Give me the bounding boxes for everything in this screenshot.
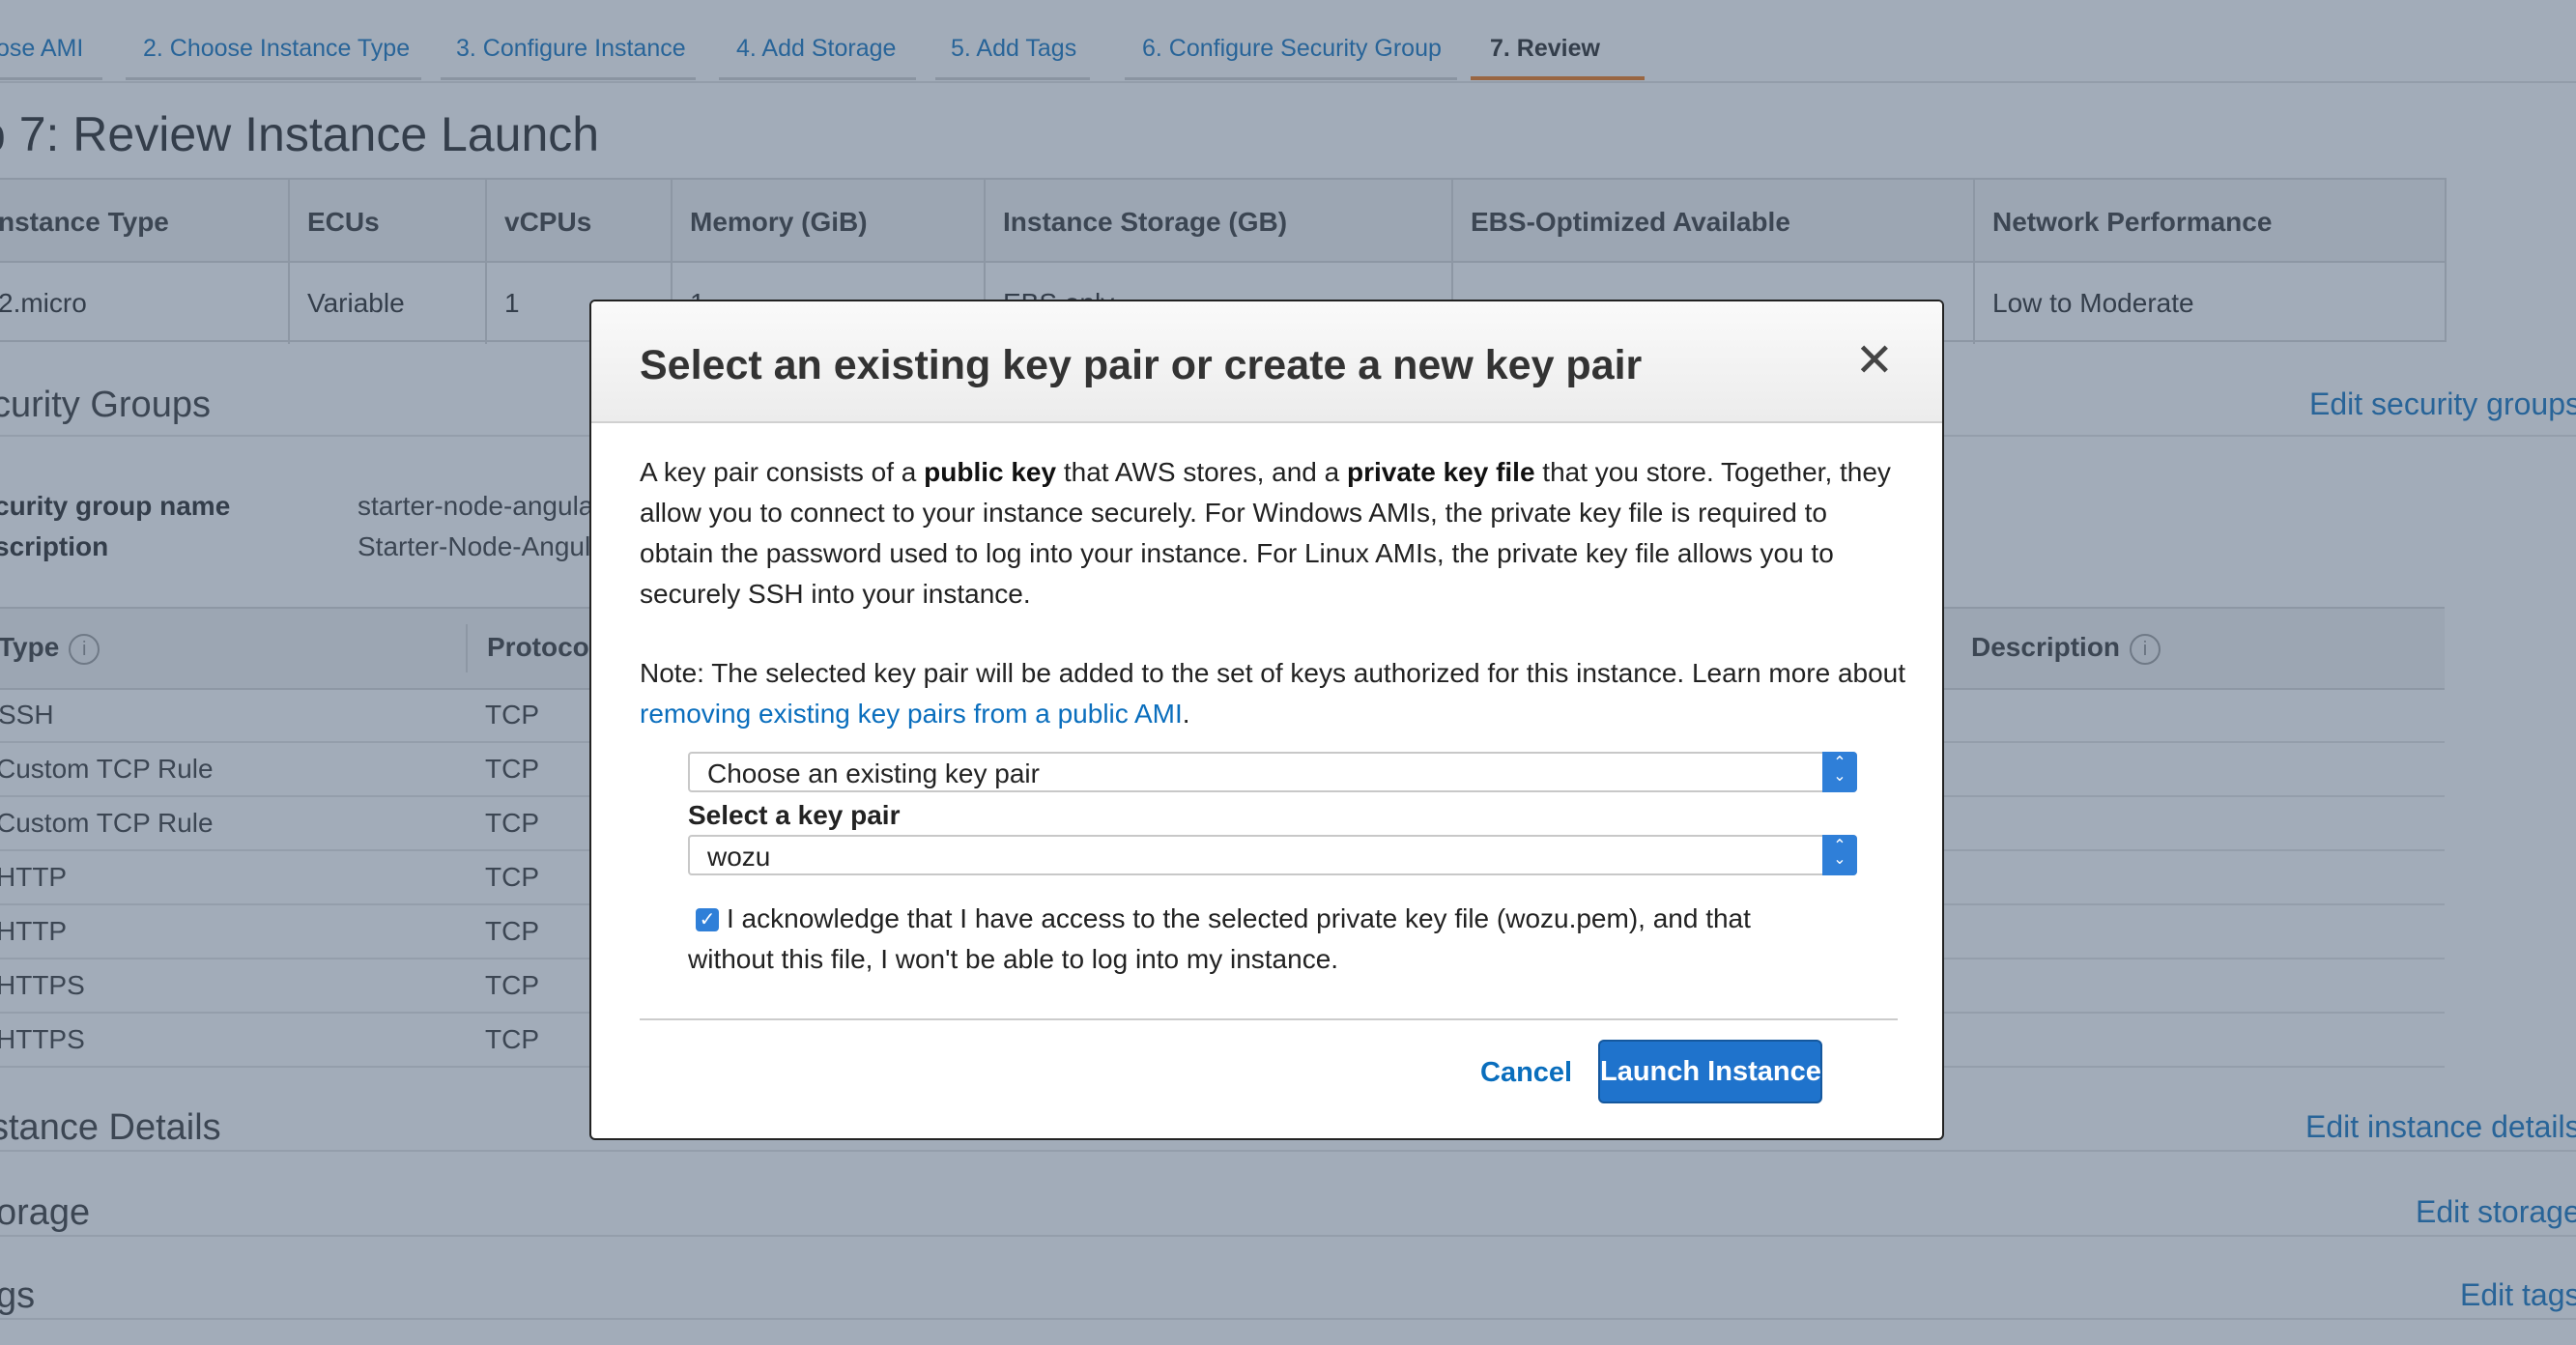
dialog-header: Select an existing key pair or create a … bbox=[591, 301, 1942, 423]
close-icon[interactable]: ✕ bbox=[1855, 338, 1894, 385]
key-pair-action-value: Choose an existing key pair bbox=[707, 758, 1040, 788]
key-pair-explanation: A key pair consists of a public key that… bbox=[640, 457, 1891, 609]
remove-key-pairs-link[interactable]: removing existing key pairs from a publi… bbox=[640, 699, 1183, 729]
launch-instances-button[interactable]: Launch Instances bbox=[1598, 1040, 1837, 1103]
acknowledge-checkbox[interactable]: ✓ bbox=[696, 908, 719, 931]
dialog-footer-divider bbox=[640, 1018, 1898, 1020]
cancel-button[interactable]: Cancel bbox=[1480, 1057, 1572, 1089]
key-pair-value: wozu bbox=[707, 842, 771, 872]
acknowledge-text: I acknowledge that I have access to the … bbox=[688, 903, 1751, 974]
key-pair-select[interactable]: wozu ⌃ ⌄ bbox=[688, 835, 1857, 875]
select-arrows-icon: ⌃ ⌄ bbox=[1822, 835, 1857, 875]
dialog-title: Select an existing key pair or create a … bbox=[640, 342, 1643, 388]
key-pair-dialog: Select an existing key pair or create a … bbox=[589, 300, 1944, 1140]
note-text: Note: The selected key pair will be adde… bbox=[640, 658, 1906, 729]
key-pair-action-select[interactable]: Choose an existing key pair ⌃ ⌄ bbox=[688, 752, 1857, 792]
select-arrows-icon: ⌃ ⌄ bbox=[1822, 752, 1857, 792]
review-page: ose AMI 2. Choose Instance Type 3. Confi… bbox=[0, 0, 2576, 1345]
select-key-pair-label: Select a key pair bbox=[688, 800, 901, 830]
